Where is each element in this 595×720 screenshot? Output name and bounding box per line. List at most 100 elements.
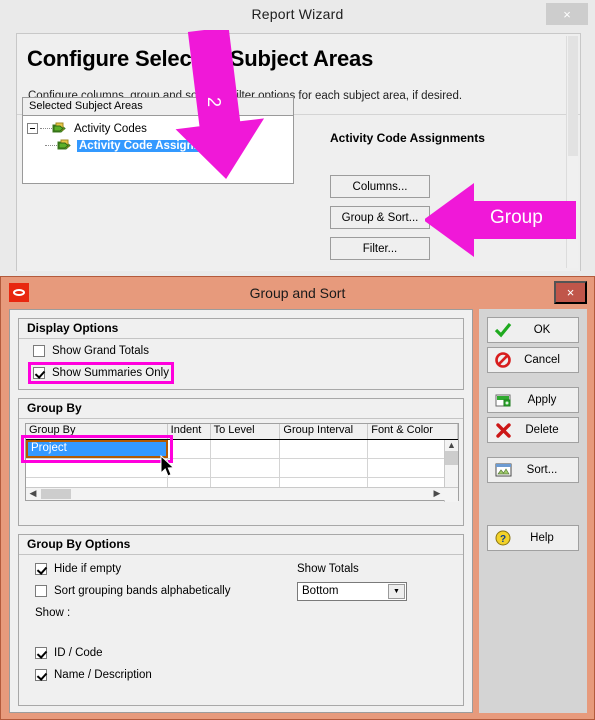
green-check-icon [488, 322, 518, 338]
scroll-up-icon[interactable]: ▲ [445, 440, 458, 451]
scroll-right-icon[interactable]: ▶ [431, 488, 443, 499]
cell-group-by[interactable] [26, 459, 168, 477]
show-totals-label: Show Totals [297, 563, 359, 575]
group-and-sort-button[interactable]: Group & Sort... [330, 206, 430, 229]
wizard-titlebar: Report Wizard × [0, 0, 595, 28]
show-label: Show : [35, 607, 70, 619]
cell-group-interval[interactable] [280, 459, 369, 477]
cell-group-interval[interactable] [280, 440, 369, 458]
columns-button[interactable]: Columns... [330, 175, 430, 198]
group-and-sort-titlebar: Group and Sort × [1, 277, 594, 308]
scroll-left-icon[interactable]: ◀ [27, 488, 39, 499]
page-title: Configure Selected Subject Areas [27, 46, 374, 71]
column-header-font-color[interactable]: Font & Color [368, 424, 459, 439]
ok-button[interactable]: OK [487, 317, 579, 343]
sort-button-label: Sort... [526, 464, 558, 476]
tree-connector [45, 145, 57, 146]
hide-if-empty-label: Hide if empty [54, 563, 122, 575]
column-header-to-level[interactable]: To Level [211, 424, 281, 439]
id-code-checkbox[interactable]: ID / Code [35, 647, 103, 659]
help-button-label: Help [530, 532, 554, 544]
group-and-sort-button-label: Group & Sort... [341, 211, 419, 224]
group-by-options-group: Group By Options Hide if empty Sort grou… [18, 534, 464, 706]
name-description-checkbox[interactable]: Name / Description [35, 669, 152, 681]
group-by-legend: Group By [19, 399, 463, 419]
grid-header-row: Group By Indent To Level Group Interval … [26, 424, 459, 440]
hide-if-empty-checkbox[interactable]: Hide if empty [35, 563, 121, 575]
tag-icon [52, 122, 68, 135]
delete-button-label: Delete [525, 424, 559, 436]
name-description-label: Name / Description [54, 669, 152, 681]
sort-bands-alphabetically-label: Sort grouping bands alphabetically [54, 585, 231, 597]
show-totals-select[interactable]: Bottom ▼ [297, 582, 407, 601]
tree-item-activity-codes[interactable]: Activity Codes [23, 120, 293, 137]
tree-item-activity-code-assignments[interactable]: Activity Code Assignments [23, 137, 293, 154]
mouse-cursor [160, 454, 176, 479]
apply-button-label: Apply [527, 394, 557, 406]
svg-text:?: ? [500, 534, 506, 545]
report-wizard-window: Report Wizard × Configure Selected Subje… [0, 0, 595, 285]
checkbox-box[interactable] [33, 367, 45, 379]
checkbox-box[interactable] [35, 669, 47, 681]
yellow-question-icon: ? [488, 530, 518, 546]
checkbox-box[interactable] [35, 563, 47, 575]
columns-button-label: Columns... [352, 180, 408, 193]
cell-group-by[interactable]: Project [21, 435, 173, 463]
column-header-group-by[interactable]: Group By [26, 424, 168, 439]
tree-body: Activity Codes Activity Code Assignments [23, 116, 293, 154]
show-summaries-only-label: Show Summaries Only [52, 367, 169, 379]
scrollbar-thumb[interactable] [41, 489, 71, 499]
cancel-button-label: Cancel [524, 354, 560, 366]
sort-button[interactable]: Sort... [487, 457, 579, 483]
wizard-title: Report Wizard [251, 6, 344, 22]
help-button[interactable]: ? Help [487, 525, 579, 551]
chevron-down-icon[interactable]: ▼ [388, 584, 405, 599]
checkbox-box[interactable] [35, 647, 47, 659]
checkbox-box[interactable] [35, 585, 47, 597]
apply-button[interactable]: Apply [487, 387, 579, 413]
red-prohibition-icon [488, 352, 518, 368]
filter-button[interactable]: Filter... [330, 237, 430, 260]
show-summaries-only-checkbox[interactable]: Show Summaries Only [28, 362, 174, 384]
checkbox-box[interactable] [33, 345, 45, 357]
group-and-sort-title: Group and Sort [249, 284, 346, 301]
dialog-button-panel: OK Cancel Apply Delete Sort... ? Help [479, 309, 587, 713]
display-options-legend: Display Options [19, 319, 463, 339]
tree-item-label: Activity Code Assignments [77, 139, 230, 152]
filter-button-label: Filter... [362, 242, 398, 255]
column-header-indent[interactable]: Indent [168, 424, 211, 439]
cell-to-level[interactable] [211, 440, 281, 458]
scrollbar-thumb[interactable] [445, 451, 458, 465]
show-grand-totals-label: Show Grand Totals [52, 345, 149, 357]
cell-to-level[interactable] [211, 459, 281, 477]
selected-subject-areas-panel: Selected Subject Areas Activity Codes Ac… [22, 97, 294, 184]
red-x-icon [488, 422, 518, 438]
oracle-logo-icon [9, 283, 29, 302]
show-label-text: Show : [35, 607, 71, 619]
delete-button[interactable]: Delete [487, 417, 579, 443]
table-row[interactable]: Project [21, 435, 459, 463]
group-and-sort-content: Display Options Show Grand Totals Show S… [9, 309, 473, 713]
subject-area-title: Activity Code Assignments [330, 131, 485, 145]
collapse-icon[interactable] [27, 123, 38, 134]
column-header-group-interval[interactable]: Group Interval [280, 424, 369, 439]
sort-window-icon [488, 463, 518, 478]
cancel-button[interactable]: Cancel [487, 347, 579, 373]
tree-item-label: Activity Codes [74, 122, 147, 135]
tree-connector [40, 128, 52, 129]
grid-horizontal-scrollbar[interactable]: ◀ ▶ [26, 487, 458, 500]
group-by-group: Group By Group By Indent To Level Group … [18, 398, 464, 526]
scrollbar-thumb[interactable] [568, 36, 578, 156]
id-code-label: ID / Code [54, 647, 103, 659]
show-totals-value: Bottom [302, 585, 339, 597]
table-row[interactable] [26, 459, 459, 478]
group-and-sort-dialog: Group and Sort × Display Options Show Gr… [0, 276, 595, 720]
green-apply-icon [488, 393, 518, 408]
wizard-scrollbar[interactable] [566, 36, 578, 268]
close-icon[interactable]: × [554, 281, 587, 304]
close-icon[interactable]: × [546, 3, 588, 25]
sort-bands-alphabetically-checkbox[interactable]: Sort grouping bands alphabetically [35, 585, 230, 597]
tree-header: Selected Subject Areas [23, 98, 293, 116]
show-grand-totals-checkbox[interactable]: Show Grand Totals [33, 345, 149, 357]
group-by-grid[interactable]: Group By Indent To Level Group Interval … [21, 423, 459, 502]
